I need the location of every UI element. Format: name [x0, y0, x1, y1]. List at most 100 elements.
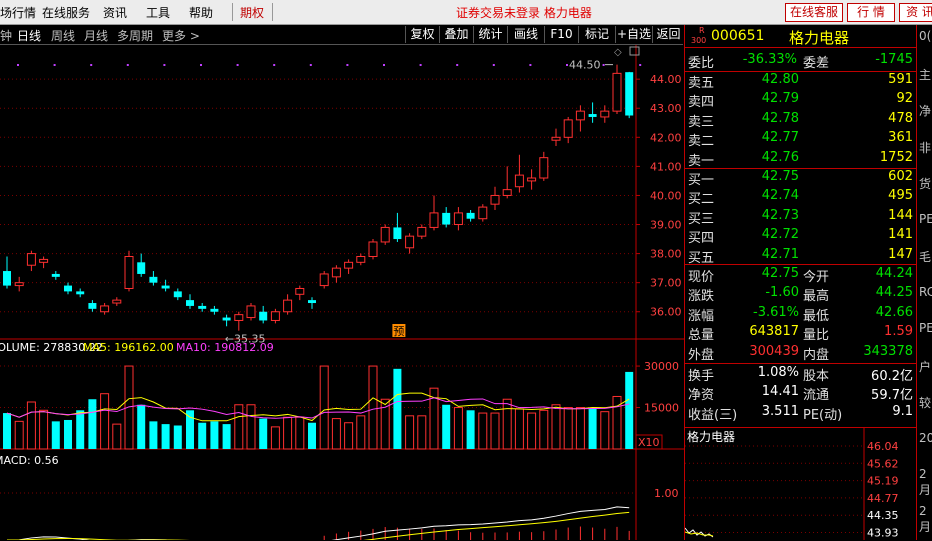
volume-bar [100, 393, 110, 450]
volume-multiplier-label: X10 [638, 436, 660, 449]
volume-bar [234, 404, 244, 450]
online-support-button[interactable]: 在线客服 [785, 3, 843, 22]
volume-bar [442, 404, 451, 449]
mini-price-line [685, 527, 714, 538]
candle-body [14, 282, 24, 287]
bid-volume: 144 [888, 207, 913, 223]
volume-bar [173, 425, 182, 449]
candle-body [319, 273, 329, 287]
weicha-value: -1745 [875, 52, 913, 67]
volume-bar [259, 418, 268, 449]
event-marker [200, 64, 202, 66]
fund-label: PE(动) [803, 407, 843, 423]
strip-text: 毛 [919, 250, 932, 264]
strip-text: 主 [919, 67, 932, 82]
bid-price: 42.72 [761, 227, 799, 243]
stat-label: 涨跌 [688, 289, 715, 305]
overlay-button[interactable]: 叠加 [439, 26, 473, 43]
ask-row: 卖二 42.77 361 [685, 129, 917, 149]
candle-body [600, 110, 610, 118]
mark-button[interactable]: 标记 [578, 26, 615, 43]
fund-label: 收益(三) [688, 407, 738, 423]
adjust-button[interactable]: 复权 [405, 26, 439, 43]
mini-price-label: 44.35 [867, 509, 899, 522]
volume-bar [405, 415, 415, 450]
event-marker [90, 64, 93, 66]
fund-row: 收益(三) 3.511 PE(动) 9.1 [685, 403, 917, 423]
mini-price-label: 44.77 [867, 492, 899, 505]
fund-label: 净资 [688, 388, 715, 404]
ask-row: 卖一 42.76 1752 [685, 149, 917, 169]
diamond-icon[interactable]: ◇ [614, 47, 622, 58]
menu-item-market[interactable]: 场行情 [0, 4, 36, 21]
low-price-label: ←35.35 [225, 333, 266, 346]
stat-label: 今开 [803, 270, 830, 285]
add-watchlist-button[interactable]: +自选 [615, 26, 652, 43]
volume-bar [575, 407, 585, 450]
menu-item-tools[interactable]: 工具 [146, 4, 170, 21]
menu-separator [232, 3, 233, 21]
news-button[interactable]: 资 讯 [899, 3, 932, 22]
menu-item-news[interactable]: 资讯 [103, 4, 127, 21]
period-multi[interactable]: 多周期 [117, 27, 153, 44]
candle-body [356, 256, 366, 263]
stat-value: -3.61% [753, 304, 799, 320]
high-price-label: 44.50 [569, 59, 601, 72]
stat-value: 42.66 [875, 304, 913, 320]
event-marker [602, 64, 605, 66]
chart-toolbar: 钟 日线 周线 月线 多周期 更多 > 复权 叠加 统计 画线 F10 标记 +… [0, 25, 683, 45]
strip-text: 户 [919, 359, 932, 374]
menu-item-options[interactable]: 期权 [240, 4, 264, 21]
stats-button[interactable]: 统计 [473, 26, 507, 43]
bid-label: 买三 [688, 211, 715, 227]
f10-button[interactable]: F10 [544, 26, 578, 43]
mini-intraday-chart[interactable]: 格力电器 46.04 45.62 45.19 44.77 44.35 43.93 [685, 427, 917, 541]
margin-badge: R [699, 26, 705, 35]
draw-line-button[interactable]: 画线 [507, 26, 544, 43]
candle-body [26, 253, 36, 266]
volume-bar [161, 424, 170, 449]
candle-body [295, 287, 305, 295]
menu-item-help[interactable]: 帮助 [189, 4, 213, 21]
strip-text: 较 [919, 396, 932, 410]
window-toggle-icon[interactable] [629, 46, 640, 56]
stat-label: 最高 [803, 289, 830, 305]
ask-row: 卖三 42.78 478 [685, 110, 917, 130]
period-minute[interactable]: 钟 [0, 27, 12, 44]
ask-label: 卖五 [688, 76, 715, 91]
strip-text: 20 [919, 430, 932, 445]
volume-bar [51, 421, 60, 449]
ask-volume: 591 [888, 72, 913, 87]
ask-price: 42.76 [761, 149, 799, 165]
ask-label: 卖四 [688, 95, 715, 111]
strip-text: 0( [919, 29, 932, 43]
stat-row: 涨幅 -3.61% 最低 42.66 [685, 304, 917, 324]
period-daily[interactable]: 日线 [17, 27, 41, 44]
menu-item-online-service[interactable]: 在线服务 [42, 4, 90, 21]
volume-bar [222, 424, 231, 449]
event-marker [53, 64, 56, 66]
candle-body [198, 305, 207, 309]
stat-row: 涨跌 -1.60 最高 44.25 [685, 284, 917, 305]
volume-bar [270, 426, 280, 450]
volume-bar [539, 409, 549, 450]
bid-volume: 141 [888, 227, 913, 243]
ask-price: 42.78 [761, 110, 799, 126]
period-monthly[interactable]: 月线 [84, 27, 108, 44]
event-marker [309, 64, 312, 66]
period-more[interactable]: 更多 > [162, 27, 200, 44]
back-button[interactable]: 返回 [652, 26, 684, 43]
ask-row: 卖四 42.79 92 [685, 90, 917, 111]
quote-button[interactable]: 行 情 [847, 3, 895, 22]
stat-row: 总量 643817 量比 1.59 [685, 323, 917, 343]
stat-value: 44.24 [875, 266, 913, 281]
candle-body [161, 285, 170, 289]
stock-name: 格力电器 [789, 29, 850, 47]
bid-label: 买二 [688, 192, 715, 208]
stat-label: 内盘 [803, 347, 830, 363]
kline-chart[interactable]: 3000015000VOLUME: 278830.22MA5: 196162.0… [0, 45, 684, 540]
candle-body [380, 226, 390, 243]
period-weekly[interactable]: 周线 [51, 27, 75, 44]
volume-bar [393, 368, 402, 449]
strip-text: 货 [919, 177, 932, 191]
